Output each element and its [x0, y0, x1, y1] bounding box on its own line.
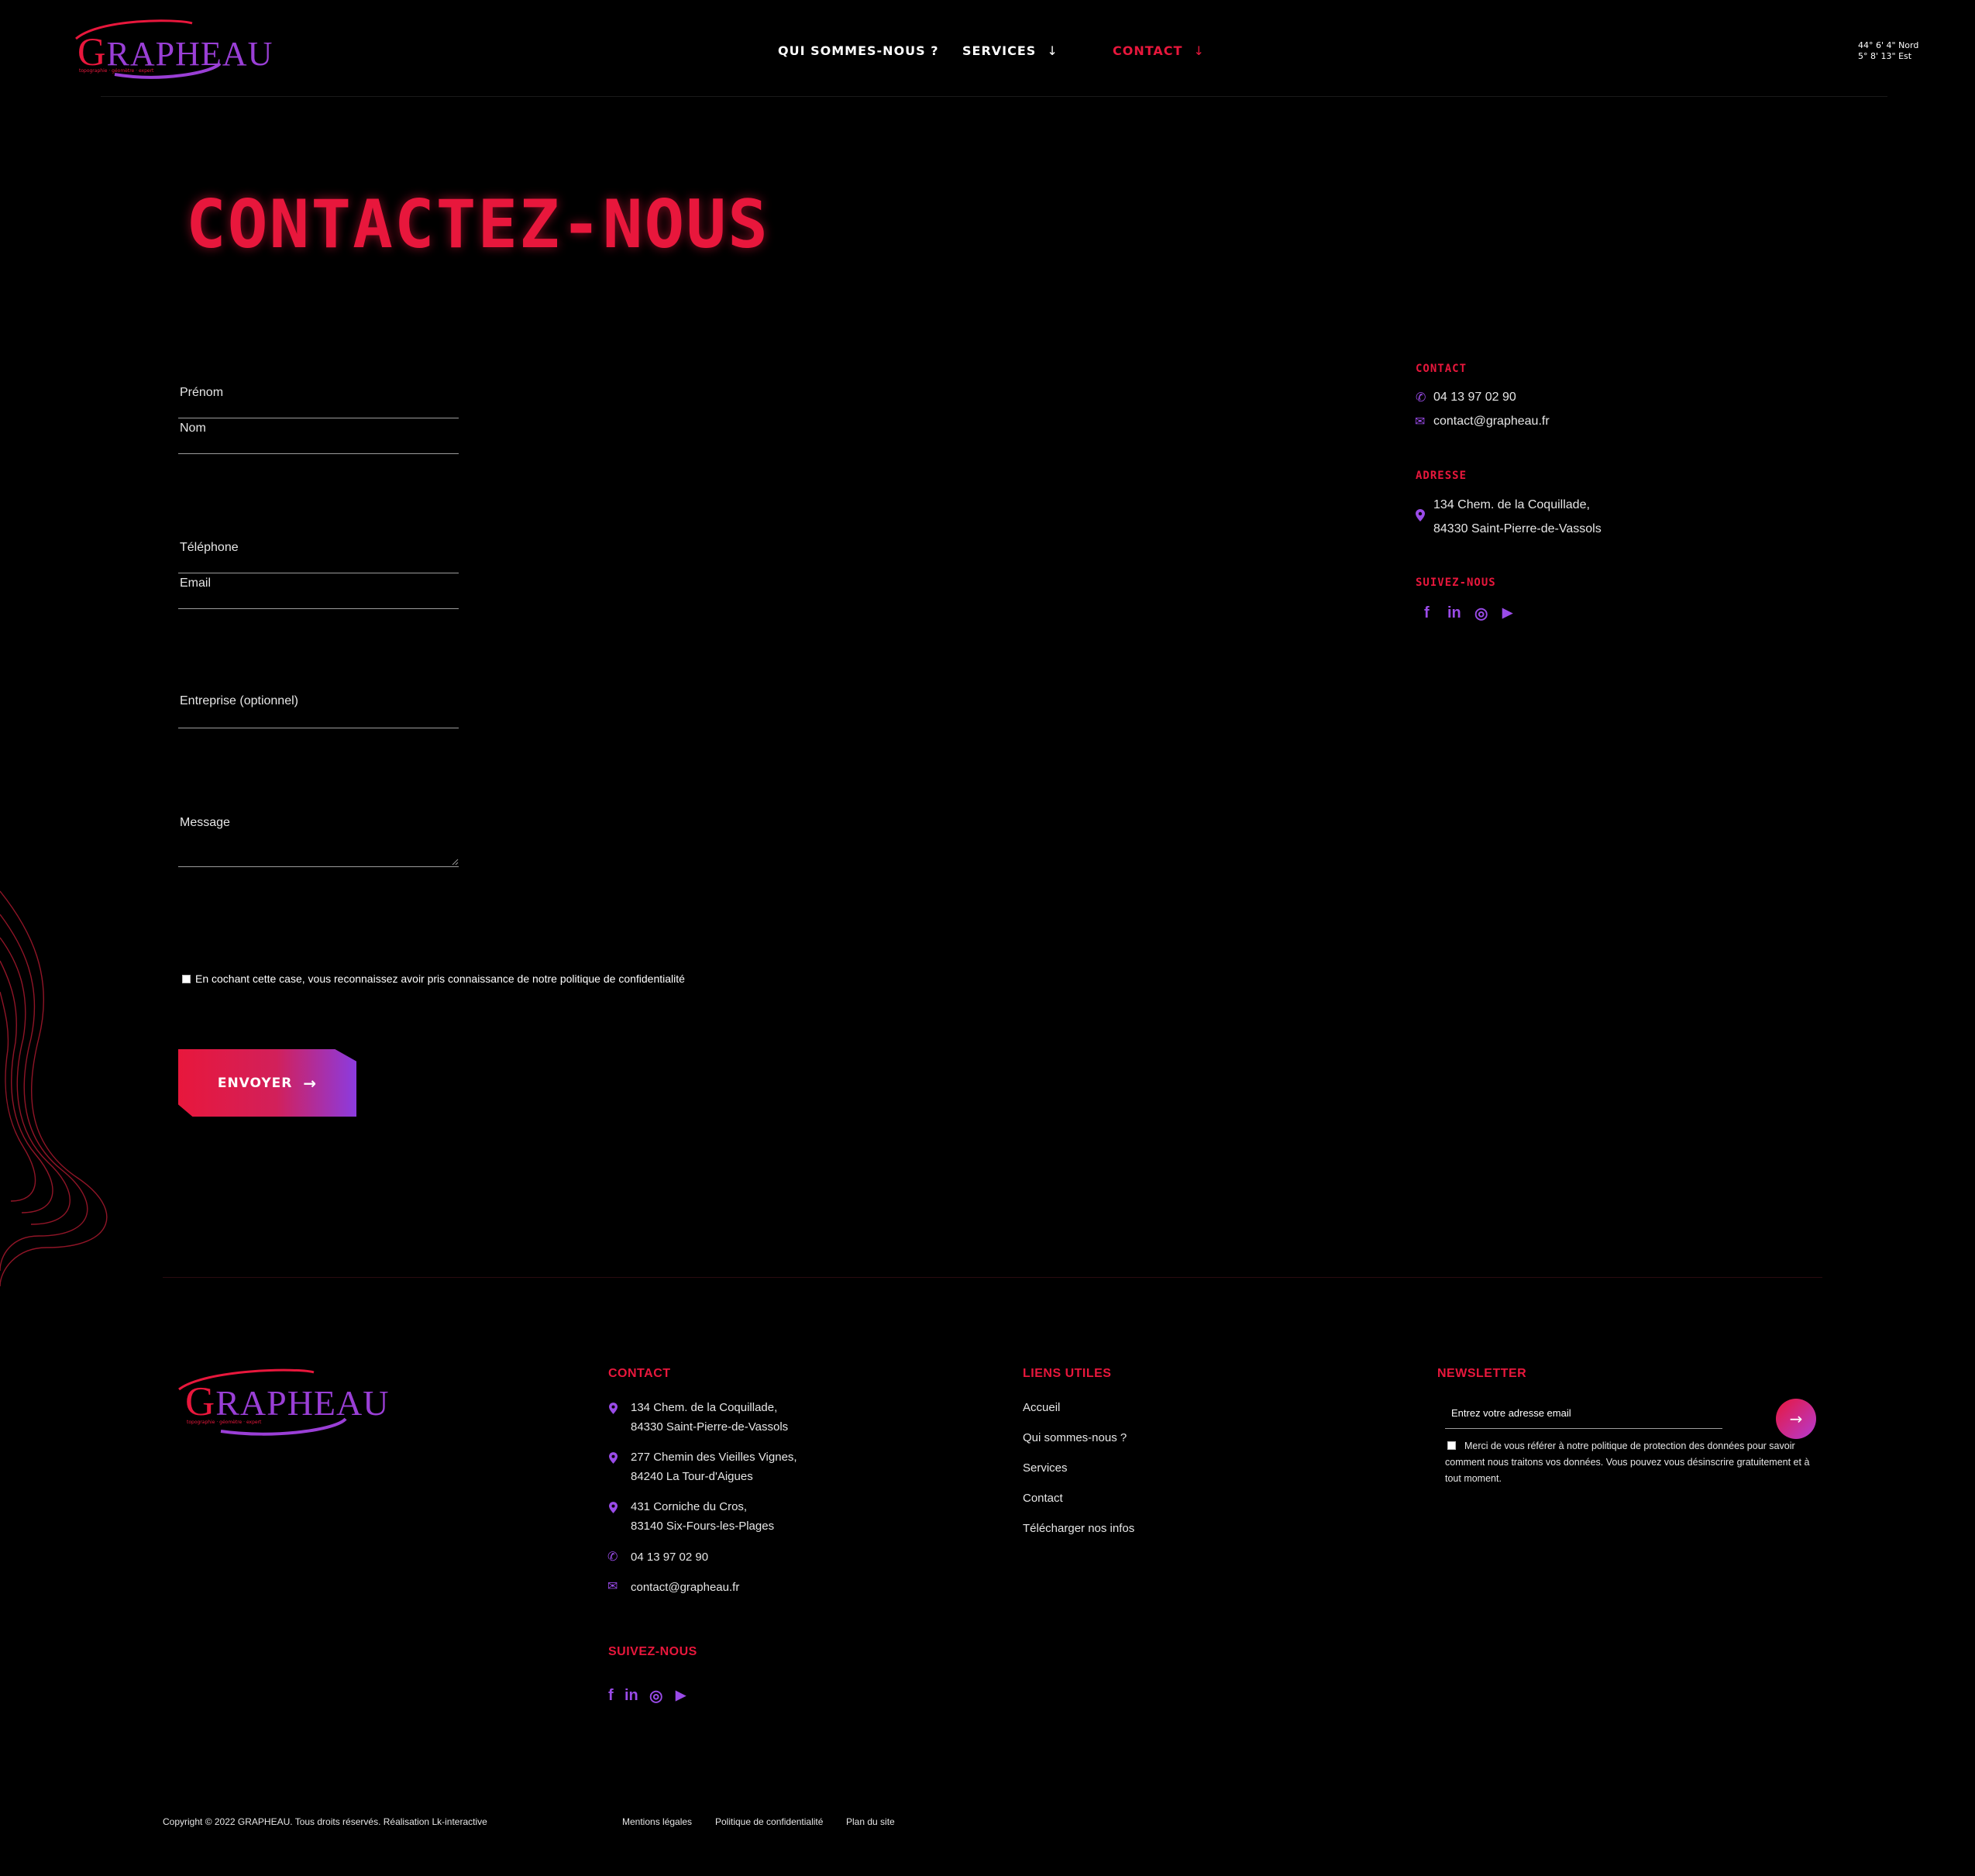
footer-follow-heading: SUIVEZ-NOUS [608, 1645, 697, 1658]
consent-checkbox[interactable] [182, 975, 191, 983]
submit-button[interactable]: ENVOYER → [178, 1049, 356, 1117]
sidebar-email-link[interactable]: contact@grapheau.fr [1433, 415, 1550, 429]
address-line: 277 Chemin des Vieilles Vignes, [631, 1451, 797, 1464]
nom-field[interactable]: Nom [178, 418, 459, 454]
telephone-label: Téléphone [180, 541, 239, 554]
chevron-down-icon: ↓ [1193, 43, 1205, 58]
contour-lines-decoration [0, 890, 108, 1286]
privacy-link[interactable]: Politique de confidentialité [715, 1816, 823, 1827]
header-divider [101, 96, 1887, 97]
copyright-text: Copyright © 2022 GRAPHEAU. Tous droits r… [163, 1816, 487, 1827]
logo-tagline: topographie · géomètre · expert [79, 68, 154, 74]
arrow-right-icon: → [1789, 1410, 1803, 1428]
address-line: 84240 La Tour-d'Aigues [631, 1470, 753, 1483]
nav-label: SERVICES [962, 43, 1037, 58]
nav-services[interactable]: SERVICES ↓ [962, 43, 1058, 58]
youtube-icon[interactable]: ▶ [676, 1688, 686, 1703]
entreprise-label: Entreprise (optionnel) [180, 694, 298, 707]
mail-icon: ✉ [607, 1578, 618, 1593]
address-line: 83140 Six-Fours-les-Plages [631, 1520, 775, 1533]
address-line: 134 Chem. de la Coquillade, [631, 1401, 778, 1414]
newsletter-submit-button[interactable]: → [1776, 1399, 1816, 1439]
legal-link[interactable]: Mentions légales [622, 1816, 692, 1827]
facebook-icon[interactable]: f [608, 1687, 614, 1705]
consent-label: En cochant cette case, vous reconnaissez… [195, 972, 685, 985]
arrow-right-icon: → [303, 1073, 318, 1093]
instagram-icon[interactable]: ◎ [1474, 604, 1488, 623]
location-pin-icon [609, 1403, 618, 1414]
message-textarea[interactable]: Message [178, 802, 459, 867]
prenom-label: Prénom [180, 386, 224, 399]
sidebar-address-line2: 84330 Saint-Pierre-de-Vassols [1433, 522, 1602, 535]
footer-divider [163, 1277, 1822, 1278]
sidebar-follow-heading: SUIVEZ-NOUS [1416, 577, 1496, 589]
footer-link-services[interactable]: Services [1023, 1461, 1068, 1475]
footer-contact-heading: CONTACT [608, 1367, 671, 1380]
telephone-field[interactable]: Téléphone [178, 535, 459, 573]
footer-address-3: 431 Corniche du Cros, 83140 Six-Fours-le… [631, 1497, 774, 1536]
nav-contact[interactable]: CONTACT ↓ [1113, 43, 1205, 58]
location-pin-icon [1416, 509, 1425, 521]
footer-address-2: 277 Chemin des Vieilles Vignes, 84240 La… [631, 1447, 797, 1486]
facebook-icon[interactable]: f [1424, 604, 1430, 622]
footer-link-accueil[interactable]: Accueil [1023, 1401, 1060, 1414]
sidebar-contact-heading: CONTACT [1416, 363, 1467, 375]
email-label: Email [180, 577, 212, 590]
header-logo[interactable]: GRAPHEAU topographie · géomètre · expert [68, 19, 272, 81]
coords-east: 5° 8' 13" Est [1858, 51, 1912, 61]
nom-label: Nom [180, 422, 206, 435]
footer-link-contact[interactable]: Contact [1023, 1492, 1063, 1505]
email-field[interactable]: Email [178, 573, 459, 609]
footer-email-link[interactable]: contact@grapheau.fr [631, 1578, 739, 1597]
address-line: 84330 Saint-Pierre-de-Vassols [631, 1420, 789, 1434]
footer-address-1: 134 Chem. de la Coquillade, 84330 Saint-… [631, 1398, 788, 1437]
nav-label: CONTACT [1113, 43, 1183, 58]
sidebar-address-heading: ADRESSE [1416, 470, 1467, 482]
youtube-icon[interactable]: ▶ [1502, 605, 1512, 621]
message-label: Message [180, 816, 230, 829]
coords-north: 44° 6' 4" Nord [1858, 40, 1919, 50]
footer-links-heading: LIENS UTILES [1023, 1367, 1112, 1380]
footer-logo[interactable]: GRAPHEAU topographie · géomètre · expert [174, 1368, 388, 1437]
nav-qui-sommes-nous[interactable]: QUI SOMMES-NOUS ? [778, 43, 939, 58]
footer-link-qui-sommes-nous[interactable]: Qui sommes-nous ? [1023, 1431, 1127, 1444]
submit-label: ENVOYER [217, 1075, 293, 1091]
sidebar-address-line1: 134 Chem. de la Coquillade, [1433, 498, 1590, 511]
gps-coordinates: 44° 6' 4" Nord 5° 8' 13" Est [1858, 40, 1918, 62]
footer-phone-link[interactable]: 04 13 97 02 90 [631, 1547, 708, 1567]
sitemap-link[interactable]: Plan du site [846, 1816, 895, 1827]
footer-link-telecharger[interactable]: Télécharger nos infos [1023, 1522, 1134, 1535]
phone-icon: ✆ [1416, 390, 1426, 404]
address-line: 431 Corniche du Cros, [631, 1500, 748, 1513]
location-pin-icon [609, 1452, 618, 1464]
prenom-field[interactable]: Prénom [178, 380, 459, 418]
newsletter-heading: NEWSLETTER [1437, 1367, 1527, 1380]
phone-icon: ✆ [607, 1549, 618, 1564]
nav-label: QUI SOMMES-NOUS ? [778, 43, 939, 58]
logo-tagline: topographie · géomètre · expert [187, 1420, 262, 1425]
linkedin-icon[interactable]: in [1447, 604, 1461, 622]
sidebar-phone-link[interactable]: 04 13 97 02 90 [1433, 391, 1516, 404]
resize-handle-icon[interactable] [451, 858, 459, 866]
linkedin-icon[interactable]: in [624, 1687, 638, 1705]
location-pin-icon [609, 1502, 618, 1513]
mail-icon: ✉ [1415, 414, 1426, 429]
logo-wordmark: GRAPHEAU [185, 1379, 390, 1424]
entreprise-field[interactable]: Entreprise (optionnel) [178, 682, 459, 728]
instagram-icon[interactable]: ◎ [649, 1686, 662, 1706]
newsletter-consent-text: Merci de vous référer à notre politique … [1445, 1441, 1810, 1484]
page-title: CONTACTEZ-NOUS [186, 186, 769, 263]
newsletter-email-input[interactable]: Entrez votre adresse email [1445, 1401, 1722, 1429]
chevron-down-icon: ↓ [1047, 43, 1058, 58]
